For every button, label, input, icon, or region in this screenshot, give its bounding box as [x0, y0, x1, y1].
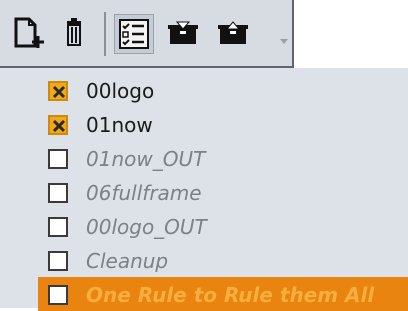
rule-label[interactable]: 01now_OUT [86, 147, 205, 171]
rule-checkbox[interactable] [48, 217, 68, 237]
rule-label[interactable]: Cleanup [86, 249, 168, 273]
rule-checkbox[interactable] [48, 285, 68, 305]
rules-list: 00logo 01now 01now_OUT 06fullframe 00logo_OU… [0, 68, 408, 311]
check-x-icon [52, 119, 66, 133]
new-file-icon[interactable] [10, 14, 50, 54]
rule-checkbox[interactable] [48, 183, 68, 203]
rule-checkbox[interactable] [48, 81, 68, 101]
delete-icon[interactable] [58, 14, 98, 54]
rule-label[interactable]: 06fullframe [86, 181, 202, 205]
import-icon[interactable] [164, 14, 204, 54]
checklist-icon[interactable] [114, 14, 154, 54]
toolbar [0, 0, 294, 68]
rule-label[interactable]: 01now [86, 113, 153, 137]
rule-checkbox[interactable] [48, 149, 68, 169]
check-x-icon [52, 85, 66, 99]
rule-label[interactable]: 00logo_OUT [86, 215, 207, 239]
toolbar-overflow-icon[interactable] [280, 30, 288, 44]
rule-label[interactable]: One Rule to Rule them All [86, 283, 374, 307]
rule-checkbox[interactable] [48, 115, 68, 135]
export-icon[interactable] [214, 14, 254, 54]
rule-label[interactable]: 00logo [86, 79, 154, 103]
toolbar-separator [104, 12, 106, 56]
rule-checkbox[interactable] [48, 251, 68, 271]
